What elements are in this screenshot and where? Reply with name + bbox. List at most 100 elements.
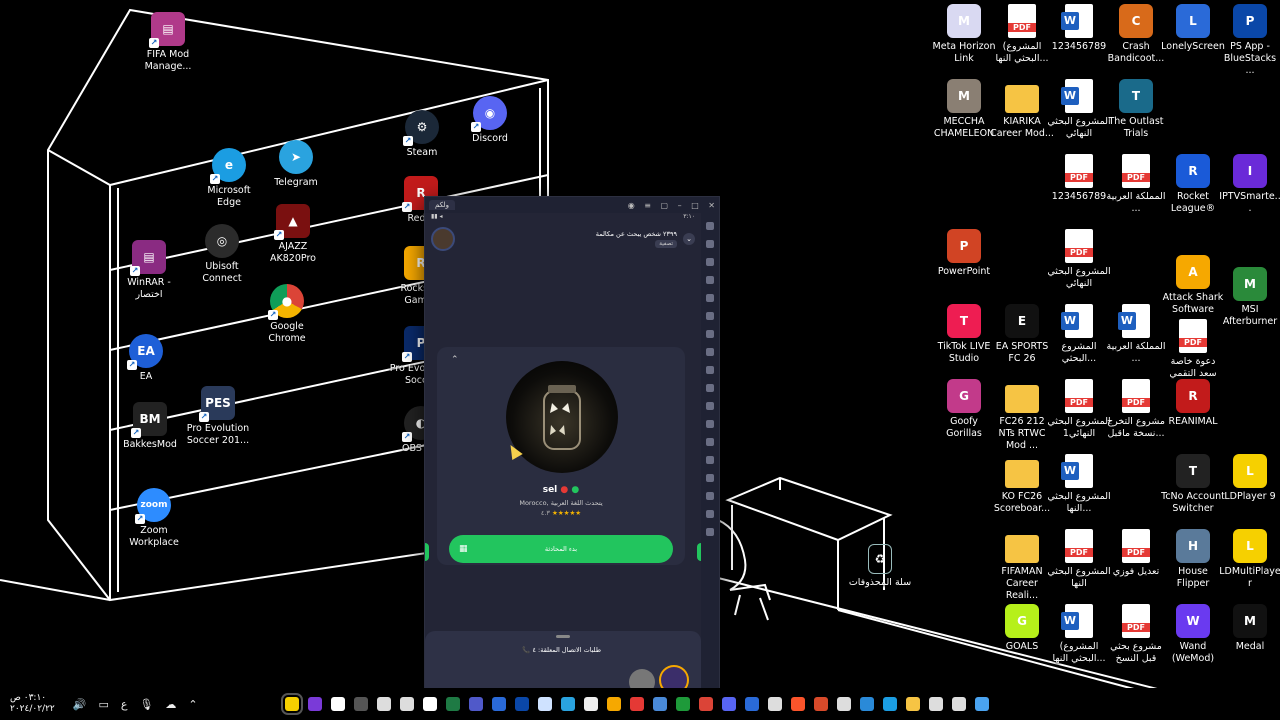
sidebar-tool-icon[interactable] [706, 528, 714, 536]
desktop-icon-tcno[interactable]: T TcNo Account Switcher [1161, 454, 1225, 515]
desktop-icon-fc26[interactable]: E EA SPORTS FC 26 [990, 304, 1054, 365]
desktop-icon-word[interactable]: W المملكة العربية ... [1104, 304, 1168, 365]
sword-icon[interactable] [606, 697, 621, 711]
sidebar-tool-icon[interactable] [706, 492, 714, 500]
desktop-icon-meccha[interactable]: M MECCHA CHAMELEON [932, 79, 996, 140]
desktop-icon-meta[interactable]: M Meta Horizon Link [932, 4, 996, 65]
teams-icon[interactable] [468, 697, 483, 711]
desktop-icon-ps[interactable]: P PS App - BlueStacks ... [1218, 4, 1280, 77]
desktop-icon-wand[interactable]: W Wand (WeMod) [1161, 604, 1225, 665]
gear-icon[interactable] [376, 697, 391, 711]
desktop-icon-ldmultiplayer[interactable]: L LDMultiPlayer [1218, 529, 1280, 590]
ldplayer-icon[interactable] [280, 693, 303, 715]
desktop-icon-pes-2019[interactable]: PES ↗ Pro Evolution Soccer 201... [186, 386, 250, 447]
excel-icon[interactable] [445, 697, 460, 711]
desktop-icon-goals[interactable]: G GOALS [990, 604, 1054, 653]
desktop-icon-pdf[interactable]: PDF المشروع البحثي النهائي [1047, 229, 1111, 290]
sidebar-tool-icon[interactable] [706, 330, 714, 338]
desktop-icon-medal[interactable]: M Medal [1218, 604, 1280, 653]
desktop-icon-folder[interactable]: FC26 212 NTs RTWC Mod ... [990, 379, 1054, 452]
desktop-icon-msi[interactable]: M MSI Afterburner [1218, 266, 1280, 328]
close-icon[interactable]: ✕ [708, 201, 715, 210]
steam-icon[interactable] [767, 697, 782, 711]
desktop-icon-outlast[interactable]: T The Outlast Trials [1104, 79, 1168, 140]
desktop-icon-word[interactable]: W المشروع البحثي النهائي [1047, 79, 1111, 140]
search-icon[interactable] [951, 697, 966, 711]
maximize-icon[interactable]: □ [691, 201, 699, 210]
sidebar-tool-icon[interactable] [706, 456, 714, 464]
edge-icon[interactable] [882, 697, 897, 711]
monitor-icon[interactable] [537, 697, 552, 711]
account-icon[interactable]: ◉ [628, 201, 635, 210]
brave-icon[interactable] [790, 697, 805, 711]
discord-icon[interactable] [721, 697, 736, 711]
ps-icon[interactable] [514, 697, 529, 711]
user-avatar[interactable] [431, 227, 455, 251]
desktop-icon-steam[interactable]: ⚙ ↗ Steam [390, 110, 454, 159]
sidebar-tool-icon[interactable] [706, 420, 714, 428]
menu-icon[interactable]: ≡ [644, 201, 651, 210]
flag-icon[interactable] [813, 697, 828, 711]
desktop-icon-ubisoft-connect[interactable]: ◎ Ubisoft Connect [190, 224, 254, 285]
desktop-icon-word[interactable]: W 123456789 [1047, 4, 1111, 53]
desktop-icon-goofy[interactable]: G Goofy Gorillas [932, 379, 996, 440]
desktop-icon-word[interactable]: W المشروع البحثي النها... [1047, 454, 1111, 515]
desktop-icon-pdf[interactable]: PDF مشروع التخرج نسخة ماقبل... [1104, 379, 1168, 440]
sidebar-tool-icon[interactable] [706, 258, 714, 266]
sheet-handle[interactable] [556, 635, 570, 638]
desktop-icon-attack-shark[interactable]: A Attack Shark Software [1161, 255, 1225, 316]
desktop-icon-ajazz[interactable]: ▲ ↗ AJAZZ AK820Pro [261, 204, 325, 265]
sidebar-tool-icon[interactable] [706, 438, 714, 446]
desktop-icon-microsoft-edge[interactable]: e ↗ Microsoft Edge [197, 148, 261, 209]
opera-icon[interactable] [629, 697, 644, 711]
desktop-icon-rocket-league[interactable]: R Rocket League® [1161, 154, 1225, 215]
window-titlebar[interactable]: ولكم ◉ ≡ ▢ – □ ✕ [425, 197, 719, 213]
sidebar-tool-icon[interactable] [706, 366, 714, 374]
desktop-icon-folder[interactable]: KIARIKA Career Mod... [990, 79, 1054, 140]
desktop-icon-tiktok[interactable]: T TikTok LIVE Studio [932, 304, 996, 365]
github-icon[interactable] [583, 697, 598, 711]
desktop-icon-google-chrome[interactable]: ● ↗ Google Chrome [255, 284, 319, 345]
mic-icon[interactable]: 🎙 [139, 698, 153, 711]
desktop-icon-lonelyscreen[interactable]: L LonelyScreen [1161, 4, 1225, 53]
sidebar-tool-icon[interactable] [706, 402, 714, 410]
volume-icon[interactable]: 🔊 [73, 698, 87, 711]
desktop-icon-reanimal[interactable]: R REANIMAL [1161, 379, 1225, 428]
desktop-icon-pdf[interactable]: PDF تعديل فوزي [1104, 529, 1168, 578]
capcut-icon[interactable] [422, 697, 437, 711]
telegram-icon[interactable] [560, 697, 575, 711]
chevron-up-icon[interactable]: ⌃ [188, 698, 197, 711]
desktop-icon-folder[interactable]: FIFAMAN Career Reali... [990, 529, 1054, 602]
clock[interactable]: ٠٣:١٠ ص ٢٠٢٤/٠٢/٢٢ [10, 693, 55, 715]
sidebar-tool-icon[interactable] [706, 222, 714, 230]
chevron-up-icon[interactable]: ⌃ [451, 355, 459, 365]
sidebar-tool-icon[interactable] [706, 474, 714, 482]
desktop-icon-discord[interactable]: ◉ ↗ Discord [458, 96, 522, 145]
windows-icon[interactable] [974, 697, 989, 711]
desktop-icon-crash[interactable]: C Crash Bandicoot... [1104, 4, 1168, 65]
minimize-icon[interactable]: – [678, 201, 682, 210]
window-tab[interactable]: ولكم [429, 200, 456, 210]
taskview-icon[interactable] [928, 697, 943, 711]
chrome-icon[interactable] [698, 697, 713, 711]
sidebar-tool-icon[interactable] [706, 312, 714, 320]
desktop-icon-folder[interactable]: KO FC26 Scoreboar... [990, 454, 1054, 515]
desktop-icon-pdf[interactable]: PDF المشروع البحثي النهائي1 [1047, 379, 1111, 440]
desktop-icon-ea[interactable]: EA ↗ EA [114, 334, 178, 383]
desktop-icon-ldplayer[interactable]: L LDPlayer 9 [1218, 454, 1280, 503]
sidebar-tool-icon[interactable] [706, 294, 714, 302]
rocket-icon[interactable] [744, 697, 759, 711]
pending-requests[interactable]: 📞 طلبات الاتصال المعلقة: ٤ [425, 646, 701, 654]
app-icon[interactable] [307, 697, 322, 711]
gear-icon[interactable] [491, 697, 506, 711]
cube-icon[interactable] [836, 697, 851, 711]
desktop-icon-pdf[interactable]: PDF المشروع البحثي النها [1047, 529, 1111, 590]
sidebar-tool-icon[interactable] [706, 510, 714, 518]
desktop-icon-house-flipper[interactable]: H House Flipper [1161, 529, 1225, 590]
desktop-icon-pdf[interactable]: PDF المملكة العربية ... [1104, 154, 1168, 215]
chevron-down-icon[interactable]: ⌄ [683, 233, 695, 245]
xbox-icon[interactable] [675, 697, 690, 711]
prev-card-edge[interactable] [425, 543, 429, 561]
filter-button[interactable]: تصفية [655, 240, 677, 248]
file-icon[interactable] [330, 697, 345, 711]
